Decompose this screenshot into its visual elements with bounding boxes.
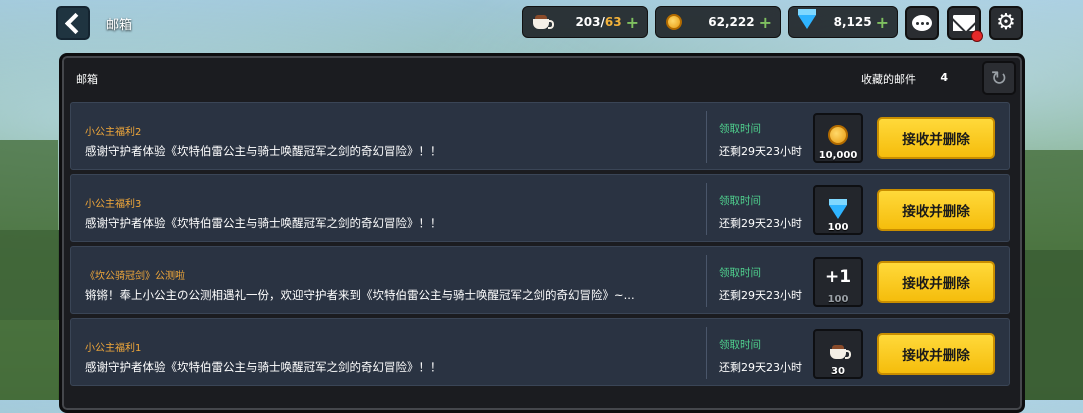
divider <box>706 327 707 379</box>
time-remaining: 还剩29天23小时 <box>719 145 802 158</box>
panel-title: 邮箱 <box>76 73 98 86</box>
gold-coin-icon <box>828 125 848 145</box>
claim-and-delete-button[interactable]: 接收并删除 <box>877 261 995 303</box>
claim-and-delete-button[interactable]: 接收并删除 <box>877 189 995 231</box>
stamina-counter[interactable]: 203/63 + <box>522 6 648 38</box>
diamond-gem-icon <box>796 9 818 33</box>
claim-time-label: 领取时间 <box>719 123 761 135</box>
claim-time-label: 领取时间 <box>719 339 761 351</box>
background-stone-left <box>0 230 62 320</box>
reward-slot[interactable]: +1 100 <box>813 257 863 307</box>
gold-value: 62,222 <box>708 15 755 29</box>
mailbox-button[interactable] <box>947 6 983 42</box>
divider <box>706 183 707 235</box>
envelope-icon <box>953 15 975 31</box>
gold-counter[interactable]: 62,222 + <box>655 6 781 38</box>
mail-body: 锵锵！奉上小公主の公测相遇礼一份，欢迎守护者来到《坎特伯雷公主与骑士唤醒冠军之剑… <box>85 288 635 302</box>
chevron-left-icon <box>64 12 87 34</box>
mail-item[interactable]: 小公主福利2 感谢守护者体验《坎特伯雷公主与骑士唤醒冠军之剑的奇幻冒险》！！ 领… <box>70 102 1010 170</box>
page-title: 邮箱 <box>106 18 133 33</box>
claim-time-label: 领取时间 <box>719 267 761 279</box>
plus-one-icon: +1 <box>824 267 852 287</box>
coffee-cup-icon <box>530 11 554 33</box>
reward-slot[interactable]: 30 <box>813 329 863 379</box>
mail-body: 感谢守护者体验《坎特伯雷公主与骑士唤醒冠军之剑的奇幻冒险》！！ <box>85 216 442 230</box>
reward-quantity: 100 <box>827 294 849 305</box>
saved-mail-label: 收藏的邮件 <box>861 73 916 86</box>
mailbox-panel: 邮箱 收藏的邮件 4 ↻ 小公主福利2 感谢守护者体验《坎特伯雷公主与骑士唤醒冠… <box>59 53 1025 413</box>
diamond-gem-icon <box>829 199 847 219</box>
gear-icon: ⚙ <box>996 10 1016 35</box>
reward-slot[interactable]: 100 <box>813 185 863 235</box>
mail-sender: 小公主福利3 <box>85 199 142 210</box>
mail-sender: 《坎公骑冠剑》公测啦 <box>85 271 185 282</box>
time-remaining: 还剩29天23小时 <box>719 361 802 374</box>
back-button[interactable] <box>56 6 90 40</box>
time-remaining: 还剩29天23小时 <box>719 217 802 230</box>
reward-quantity: 30 <box>831 366 845 377</box>
claim-and-delete-button[interactable]: 接收并删除 <box>877 117 995 159</box>
coffee-cup-icon <box>830 345 851 359</box>
claim-and-delete-button[interactable]: 接收并删除 <box>877 333 995 375</box>
gold-coin-icon <box>663 11 685 33</box>
divider <box>706 255 707 307</box>
mail-item[interactable]: 小公主福利3 感谢守护者体验《坎特伯雷公主与骑士唤醒冠军之剑的奇幻冒险》！！ 领… <box>70 174 1010 242</box>
saved-mail-count: 4 <box>940 71 948 84</box>
background-stone-right <box>1017 250 1083 400</box>
add-stamina-icon[interactable]: + <box>626 13 639 32</box>
gem-value: 8,125 <box>833 15 872 29</box>
chat-bubble-icon <box>912 15 932 31</box>
chat-button[interactable] <box>905 6 939 40</box>
settings-button[interactable]: ⚙ <box>989 6 1023 40</box>
refresh-icon: ↻ <box>990 66 1008 90</box>
refresh-button[interactable]: ↻ <box>982 61 1016 95</box>
mail-item[interactable]: 小公主福利1 感谢守护者体验《坎特伯雷公主与骑士唤醒冠军之剑的奇幻冒险》！！ 领… <box>70 318 1010 386</box>
mail-list: 小公主福利2 感谢守护者体验《坎特伯雷公主与骑士唤醒冠军之剑的奇幻冒险》！！ 领… <box>70 102 1010 390</box>
mail-body: 感谢守护者体验《坎特伯雷公主与骑士唤醒冠军之剑的奇幻冒险》！！ <box>85 144 442 158</box>
reward-slot[interactable]: 10,000 <box>813 113 863 163</box>
time-remaining: 还剩29天23小时 <box>719 289 802 302</box>
notification-dot <box>971 30 983 42</box>
stamina-value: 203/63 <box>575 15 622 29</box>
divider <box>706 111 707 163</box>
mail-item[interactable]: 《坎公骑冠剑》公测啦 锵锵！奉上小公主の公测相遇礼一份，欢迎守护者来到《坎特伯雷… <box>70 246 1010 314</box>
add-gold-icon[interactable]: + <box>759 13 772 32</box>
panel-header: 邮箱 收藏的邮件 4 ↻ <box>62 56 1022 100</box>
mail-body: 感谢守护者体验《坎特伯雷公主与骑士唤醒冠军之剑的奇幻冒险》！！ <box>85 360 442 374</box>
reward-quantity: 100 <box>827 222 849 233</box>
reward-quantity: 10,000 <box>818 150 858 161</box>
claim-time-label: 领取时间 <box>719 195 761 207</box>
mail-sender: 小公主福利2 <box>85 127 142 138</box>
add-gem-icon[interactable]: + <box>876 13 889 32</box>
gem-counter[interactable]: 8,125 + <box>788 6 898 38</box>
mail-sender: 小公主福利1 <box>85 343 142 354</box>
